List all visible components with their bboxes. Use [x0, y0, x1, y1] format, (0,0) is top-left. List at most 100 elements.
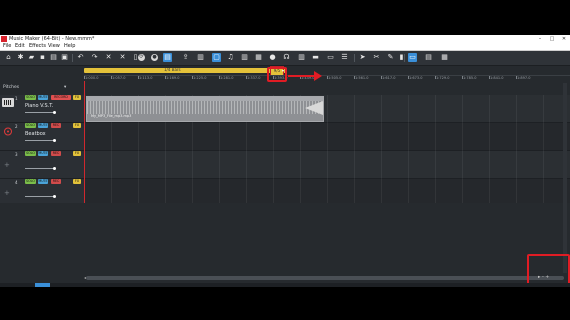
volume-knob[interactable] [53, 139, 56, 142]
volume-slider[interactable] [25, 139, 56, 142]
cut-icon[interactable]: ✕ [104, 53, 113, 62]
overview-icon[interactable]: ▤ [163, 53, 172, 62]
stack-icon[interactable]: ▥ [297, 53, 306, 62]
record-button[interactable]: REC [51, 123, 61, 128]
track-header[interactable]: 2 SOLO MUTE REC FX Beatbox [0, 123, 84, 151]
gear-icon[interactable]: ✱ [16, 53, 25, 62]
upload-icon[interactable]: ⇪ [181, 53, 190, 62]
menu-file[interactable]: File [3, 43, 11, 50]
waveform [87, 101, 323, 114]
keyboard-icon[interactable]: ▥ [240, 53, 249, 62]
music-note-icon[interactable]: ♫ [226, 53, 235, 62]
volume-slider[interactable] [25, 195, 56, 198]
home-icon[interactable]: ⌂ [4, 53, 13, 62]
title-bar: Music Maker (64-Bit) - New.mmm* – □ ✕ [0, 35, 570, 43]
track-number: 2 [15, 124, 18, 129]
record-button[interactable]: REC [51, 151, 61, 156]
status-bar [0, 283, 570, 287]
vertical-scrollbar[interactable] [563, 83, 567, 273]
solo-button[interactable]: SOLO [25, 123, 36, 128]
save-icon[interactable]: ▪ [38, 53, 47, 62]
menu-effects[interactable]: Effects [29, 43, 46, 50]
menu-help[interactable]: Help [64, 43, 75, 50]
solo-button[interactable]: SOLO [25, 179, 36, 184]
menu-edit[interactable]: Edit [15, 43, 25, 50]
ruler-tick: 1:897.0 [515, 76, 531, 80]
volume-knob[interactable] [53, 111, 56, 114]
track-row[interactable]: + 3 SOLO MUTE REC FX [0, 151, 570, 179]
solo-button[interactable]: SOLO [25, 151, 36, 156]
track-header[interactable]: 1 SOLO MUTE RECORD FX Piano V.S.T. [0, 95, 84, 123]
empty-arrangement-area[interactable] [0, 203, 570, 269]
mixer-icon[interactable]: ▥ [196, 53, 205, 62]
ruler-tick: 1:169.0 [164, 76, 180, 80]
track-number: 3 [15, 152, 18, 157]
sequence-icon[interactable]: ▭ [326, 53, 335, 62]
mute-button[interactable]: MUTE [38, 151, 48, 156]
menu-view[interactable]: View [48, 43, 60, 50]
horizontal-scrollbar[interactable] [86, 276, 564, 280]
minimize-button[interactable]: – [534, 35, 546, 43]
clip-name: My_MP3_File_mp3.mp3 [91, 114, 132, 118]
clip-icon[interactable]: ▬ [311, 53, 320, 62]
end-marker-highlight [267, 67, 287, 82]
screen-icon[interactable]: ▭ [408, 53, 417, 62]
piano-icon [2, 98, 14, 107]
mute-button[interactable]: MUTE [38, 179, 48, 184]
ruler-tick: 1:000.0 [83, 76, 99, 80]
track-lane[interactable] [84, 123, 570, 151]
plus-icon[interactable]: + [4, 189, 10, 197]
track-name[interactable]: Piano V.S.T. [25, 103, 53, 109]
track-number: 1 [15, 96, 18, 101]
list-icon[interactable]: ☰ [340, 53, 349, 62]
document-icon[interactable]: ▤ [49, 53, 58, 62]
maximize-button[interactable]: □ [546, 35, 558, 43]
undo-icon[interactable]: ↶ [76, 53, 85, 62]
fx-button[interactable]: FX [73, 95, 81, 100]
grid-icon[interactable]: ▦ [254, 53, 263, 62]
video-icon[interactable]: ▢ [212, 53, 221, 62]
record-button[interactable]: REC [51, 179, 61, 184]
beat-icon[interactable]: ● [268, 53, 277, 62]
fade-out-handle[interactable] [305, 101, 323, 115]
volume-slider[interactable] [25, 167, 56, 170]
toolbar-separator [354, 54, 355, 62]
fx-button[interactable]: FX [73, 151, 81, 156]
audio-clip[interactable]: My_MP3_File_mp3.mp3 [86, 96, 324, 122]
mute-button[interactable]: MUTE [38, 95, 48, 100]
export-icon[interactable]: ▤ [424, 53, 433, 62]
record-icon[interactable]: ● [151, 54, 158, 61]
volume-knob[interactable] [53, 195, 56, 198]
folder-open-icon[interactable]: ▰ [27, 53, 36, 62]
track-lane[interactable] [84, 151, 570, 179]
record-button[interactable]: RECORD [51, 95, 71, 100]
track-row[interactable]: 2 SOLO MUTE REC FX Beatbox [0, 123, 570, 151]
timeline-ruler[interactable]: 1/4 Bars 9/5 ▾ 1:000.0 1:057.0 1:113.0 1… [83, 66, 570, 83]
loop-range-bar[interactable]: 1/4 Bars [84, 67, 286, 73]
pitches-label[interactable]: Pitches [3, 85, 19, 90]
beatbox-icon [4, 127, 12, 136]
pointer-icon[interactable]: ➤ [358, 53, 367, 62]
redo-icon[interactable]: ↷ [90, 53, 99, 62]
plus-icon[interactable]: + [4, 161, 10, 169]
solo-button[interactable]: SOLO [25, 95, 36, 100]
volume-slider[interactable] [25, 111, 56, 114]
mute-button[interactable]: MUTE [38, 123, 48, 128]
close-button[interactable]: ✕ [558, 35, 570, 43]
track-row[interactable]: + 4 SOLO MUTE REC FX [0, 179, 570, 207]
delete-icon[interactable]: ✕ [118, 53, 127, 62]
track-number: 4 [15, 180, 18, 185]
settings-icon[interactable]: ▦ [440, 53, 449, 62]
headphones-icon[interactable]: ☊ [282, 53, 291, 62]
panel-icon[interactable]: ▣ [60, 53, 69, 62]
loop-icon[interactable]: ⟳ [138, 54, 145, 61]
chevron-down-icon[interactable]: ▾ [64, 85, 66, 90]
volume-knob[interactable] [53, 167, 56, 170]
track-name[interactable]: Beatbox [25, 131, 46, 137]
fx-button[interactable]: FX [73, 179, 81, 184]
scissors-icon[interactable]: ✂ [372, 53, 381, 62]
track-header[interactable]: + 3 SOLO MUTE REC FX [0, 151, 84, 179]
fx-button[interactable]: FX [73, 123, 81, 128]
playhead[interactable] [84, 81, 85, 203]
draw-icon[interactable]: ✎ [386, 53, 395, 62]
